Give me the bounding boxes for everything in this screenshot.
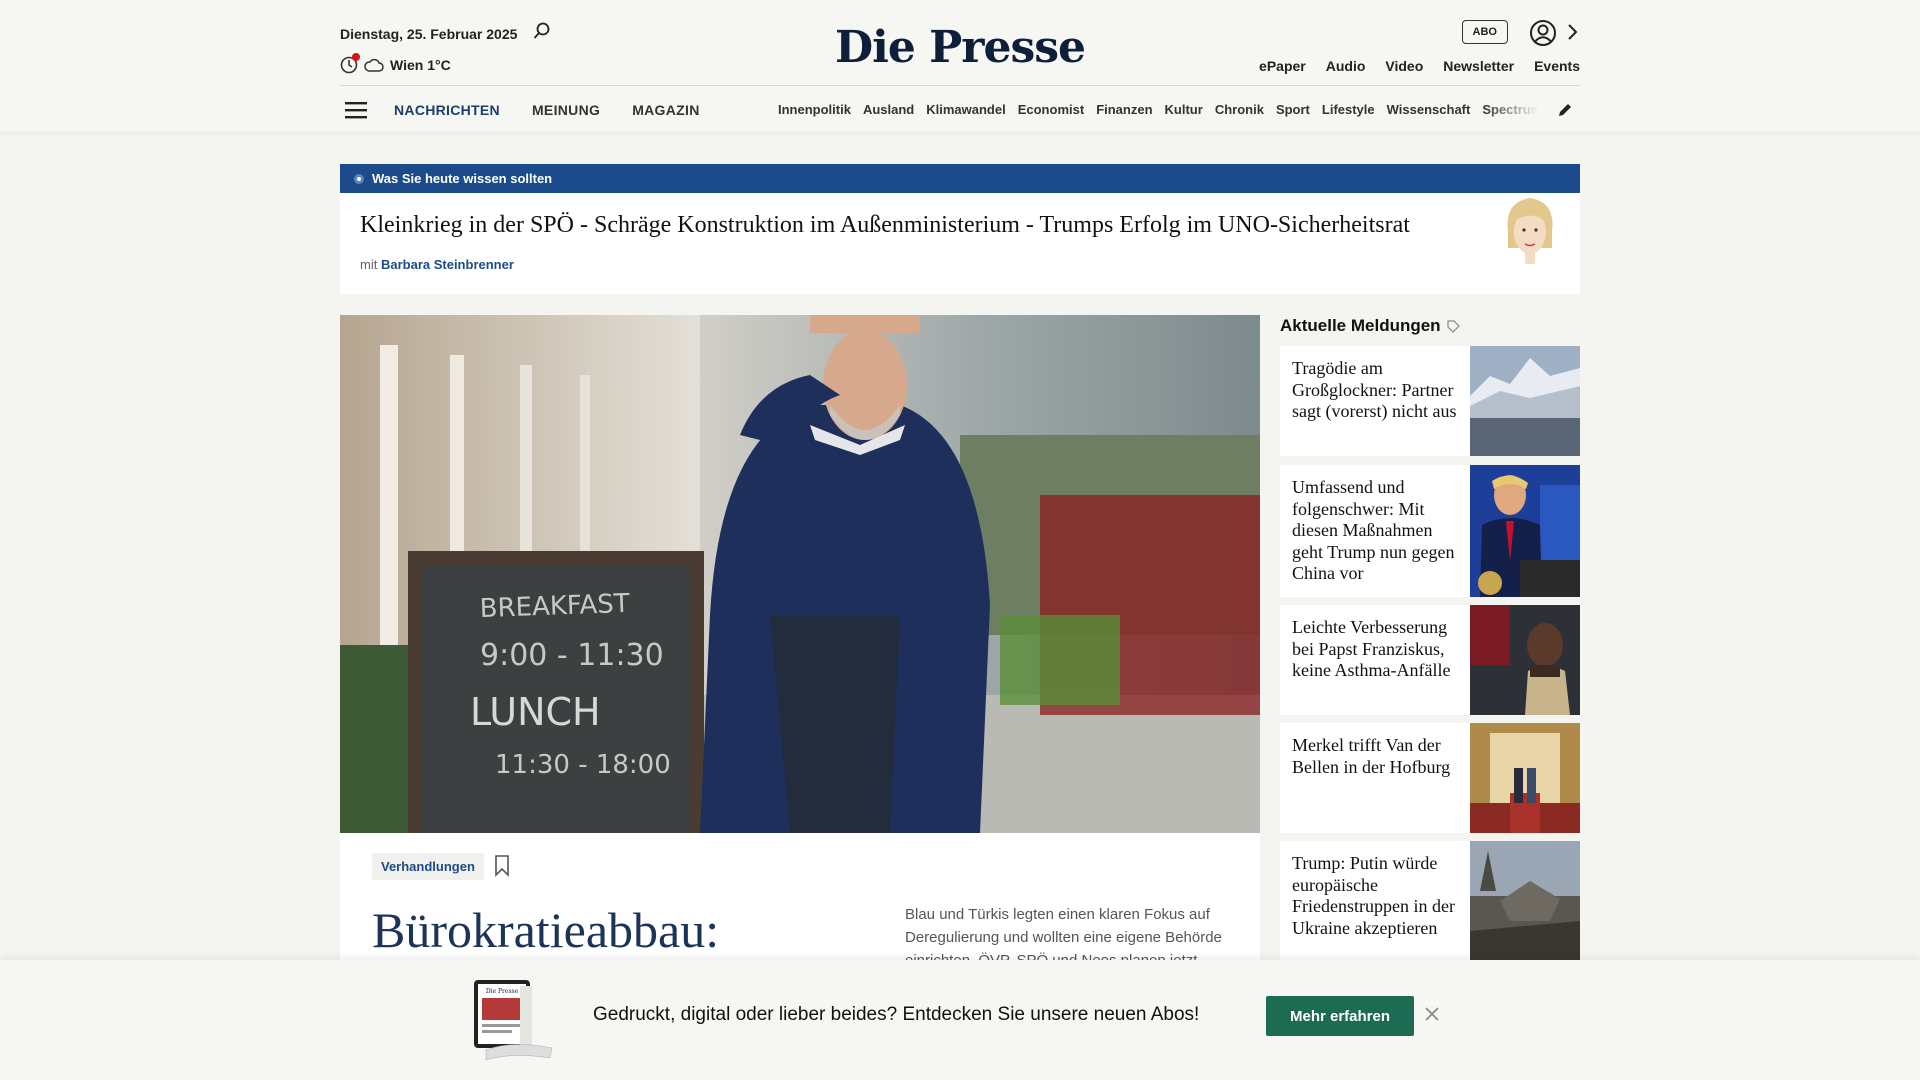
section-nav: Innenpolitik Ausland Klimawandel Economi… [778,102,1538,117]
pencil-icon[interactable] [1556,101,1574,119]
user-account-icon[interactable] [1528,18,1558,48]
newspaper-tablet-image: Die Presse [474,980,553,1061]
live-dot-icon [354,173,364,184]
news-thumbnail [1470,605,1580,715]
daily-briefing[interactable]: Was Sie heute wissen sollten Kleinkrieg … [340,164,1580,294]
top-links: ePaper Audio Video Newsletter Events [1259,58,1580,74]
nav-meinung[interactable]: MEINUNG [532,102,600,118]
board-line-4: 11:30 - 18:00 [495,750,671,780]
news-thumbnail [1470,841,1580,960]
nav-lifestyle[interactable]: Lifestyle [1322,102,1375,117]
news-item[interactable]: Umfassend und folgenschwer: Mit diesen M… [1280,465,1580,597]
briefing-label: Was Sie heute wissen sollten [372,171,553,186]
top-link-newsletter[interactable]: Newsletter [1443,58,1514,74]
nav-economist[interactable]: Economist [1018,102,1084,117]
main-navigation: NACHRICHTEN MEINUNG MAGAZIN Innenpolitik… [340,87,1580,132]
nav-kultur[interactable]: Kultur [1165,102,1203,117]
news-item[interactable]: Trump: Putin würde europäische Friedenst… [1280,841,1580,960]
subscription-banner: Die Presse Gedruckt, digital oder lieber… [0,960,1920,1080]
news-item-title[interactable]: Leichte Verbesserung bei Papst Franzisku… [1280,605,1470,715]
nav-finanzen[interactable]: Finanzen [1096,102,1152,117]
news-thumbnail [1470,346,1580,456]
banner-mini-logo: Die Presse [486,988,519,995]
nav-wissenschaft[interactable]: Wissenschaft [1387,102,1471,117]
nav-chronik[interactable]: Chronik [1215,102,1264,117]
close-icon[interactable] [1424,1006,1440,1022]
top-link-events[interactable]: Events [1534,58,1580,74]
briefing-title[interactable]: Kleinkrieg in der SPÖ - Schräge Konstruk… [360,212,1410,239]
board-line-2: 9:00 - 11:30 [480,638,664,673]
top-link-epaper[interactable]: ePaper [1259,58,1306,74]
latest-news-title: Aktuelle Meldungen [1280,316,1460,336]
latest-news-label: Aktuelle Meldungen [1280,316,1441,335]
hero-image[interactable]: BREAKFAST 9:00 - 11:30 LUNCH 11:30 - 18:… [340,315,1260,833]
news-item-title[interactable]: Trump: Putin würde europäische Friedenst… [1280,841,1470,960]
news-item-title[interactable]: Merkel trifft Van der Bellen in der Hofb… [1280,723,1470,833]
nav-klimawandel[interactable]: Klimawandel [926,102,1005,117]
hero-headline[interactable]: Bürokratieabbau: [372,901,719,959]
primary-nav: NACHRICHTEN MEINUNG MAGAZIN [394,102,700,118]
abo-button[interactable]: ABO [1461,20,1508,44]
author-avatar [1507,198,1553,264]
byline-prefix: mit [360,257,378,272]
site-header: Dienstag, 25. Februar 2025 Wien 1°C Die … [0,0,1920,132]
board-line-1: BREAKFAST [479,589,630,624]
briefing-bar: Was Sie heute wissen sollten [340,164,1580,193]
briefing-author[interactable]: Barbara Steinbrenner [381,257,514,272]
news-item[interactable]: Merkel trifft Van der Bellen in der Hofb… [1280,723,1580,833]
news-item-title[interactable]: Tragödie am Großglockner: Partner sagt (… [1280,346,1470,456]
nav-innenpolitik[interactable]: Innenpolitik [778,102,851,117]
chevron-right-icon[interactable] [1566,22,1578,42]
news-item[interactable]: Leichte Verbesserung bei Papst Franzisku… [1280,605,1580,715]
nav-nachrichten[interactable]: NACHRICHTEN [394,102,500,118]
hero-photo: BREAKFAST 9:00 - 11:30 LUNCH 11:30 - 18:… [340,315,1260,833]
news-thumbnail [1470,465,1580,597]
banner-text: Gedruckt, digital oder lieber beides? En… [593,1004,1200,1025]
topic-tag[interactable]: Verhandlungen [372,853,484,880]
learn-more-button[interactable]: Mehr erfahren [1266,996,1414,1036]
nav-spectrum[interactable]: Spectrum [1482,102,1538,117]
nav-magazin[interactable]: MAGAZIN [632,102,699,118]
bookmark-icon[interactable] [494,855,510,877]
tag-icon [1446,319,1460,333]
header-top: Dienstag, 25. Februar 2025 Wien 1°C Die … [340,0,1580,86]
top-link-audio[interactable]: Audio [1326,58,1366,74]
nav-ausland[interactable]: Ausland [863,102,914,117]
nav-sport[interactable]: Sport [1276,102,1310,117]
top-link-video[interactable]: Video [1385,58,1423,74]
board-line-3: LUNCH [470,690,601,734]
hamburger-menu-icon[interactable] [344,100,368,120]
briefing-byline: mit Barbara Steinbrenner [360,257,514,272]
news-item-title[interactable]: Umfassend und folgenschwer: Mit diesen M… [1280,465,1470,597]
news-item[interactable]: Tragödie am Großglockner: Partner sagt (… [1280,346,1580,456]
news-thumbnail [1470,723,1580,833]
